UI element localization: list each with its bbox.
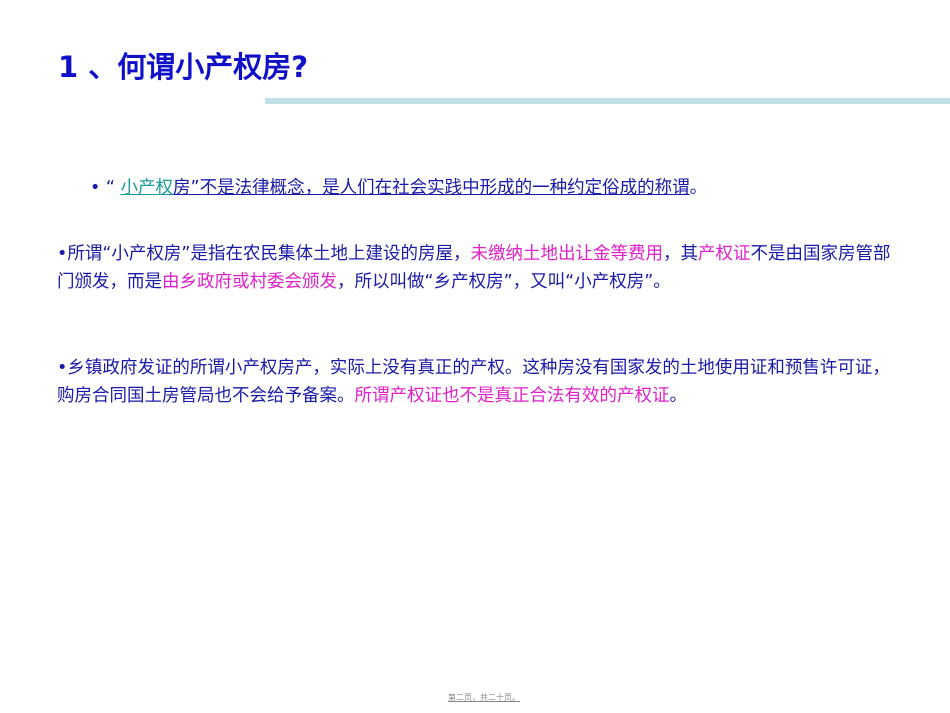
text: 。 — [669, 386, 688, 406]
paragraph-legality: •乡镇政府发证的所谓小产权房产，实际上没有真正的产权。这种房没有国家发的土地使用… — [57, 354, 897, 410]
highlight-link[interactable]: 小产权 — [121, 178, 174, 198]
text: •所谓“小产权房”是指在农民集体土地上建设的房屋， — [57, 244, 471, 264]
definition-text[interactable]: 房”不是法律概念，是人们在社会实践中形成的一种约定俗成的称谓 — [173, 178, 690, 198]
highlight-text: 所谓产权证也不是真正合法有效的产权证 — [354, 386, 670, 406]
highlight-text: 未缴纳土地出让金等费用 — [470, 244, 663, 264]
paragraph-meaning: •所谓“小产权房”是指在农民集体土地上建设的房屋，未缴纳土地出让金等费用，其产权… — [57, 240, 897, 296]
title-divider — [265, 98, 950, 104]
slide-title: 1 、何谓小产权房? — [58, 50, 309, 84]
text: ，其 — [662, 244, 698, 264]
highlight-text: 由乡政府或村委会颁发 — [162, 272, 337, 292]
bullet: • — [90, 178, 106, 198]
period: 。 — [689, 178, 708, 198]
text: ，所以叫做“乡产权房”，又叫“小产权房”。 — [337, 272, 671, 292]
highlight-text: 产权证 — [697, 244, 751, 264]
quote: “ — [105, 178, 121, 198]
page-footer: 第二页，共二十页。 — [448, 693, 520, 702]
bullet-definition: • “ 小产权房”不是法律概念，是人们在社会实践中形成的一种约定俗成的称谓。 — [90, 174, 890, 202]
